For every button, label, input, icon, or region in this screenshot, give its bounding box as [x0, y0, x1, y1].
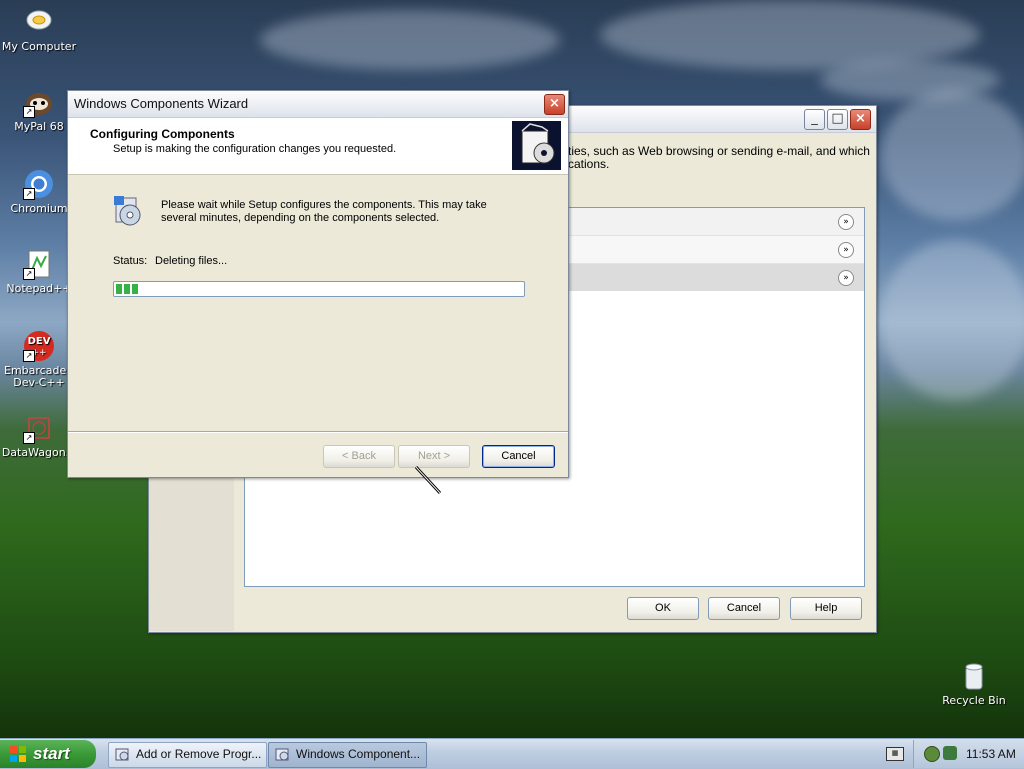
- shortcut-arrow-icon: ↗: [23, 106, 35, 118]
- wizard-header: Configuring Components Setup is making t…: [68, 118, 568, 175]
- shortcut-arrow-icon: ↗: [23, 268, 35, 280]
- description-line-1: ties, such as Web browsing or sending e-…: [568, 144, 870, 158]
- datawagon-icon: ↗: [23, 412, 55, 444]
- wizard-cancel-button[interactable]: Cancel: [482, 445, 555, 468]
- chevron-down-icon[interactable]: »: [838, 214, 854, 230]
- components-description: ties, such as Web browsing or sending e-…: [568, 145, 873, 171]
- start-label: start: [33, 744, 70, 763]
- status-value: Deleting files...: [155, 255, 228, 267]
- minimize-button[interactable]: _: [804, 109, 825, 130]
- taskbar: start Add or Remove Progr... Windows Com…: [0, 738, 1024, 769]
- taskbar-item-label: Windows Component...: [296, 747, 421, 761]
- add-remove-programs-icon: [115, 748, 129, 761]
- devcpp-icon: DEV ++ ↗: [23, 330, 55, 362]
- progress-bar: [113, 281, 525, 297]
- system-tray: 11:53 AM: [913, 740, 1024, 768]
- cloud: [820, 60, 1000, 100]
- shortcut-arrow-icon: ↗: [23, 350, 35, 362]
- recycle-bin-icon: [958, 660, 990, 692]
- chevron-down-icon[interactable]: »: [838, 270, 854, 286]
- cloud: [880, 90, 1024, 220]
- back-button[interactable]: < Back: [323, 445, 395, 468]
- cancel-button[interactable]: Cancel: [708, 597, 780, 620]
- wizard-divider: [68, 431, 568, 433]
- install-box-icon: [512, 121, 561, 170]
- cloud: [260, 10, 560, 70]
- taskbar-item-add-remove[interactable]: Add or Remove Progr...: [108, 742, 267, 768]
- wizard-message: Please wait while Setup configures the c…: [161, 199, 487, 224]
- close-button[interactable]: ×: [850, 109, 871, 130]
- shortcut-arrow-icon: ↗: [23, 188, 35, 200]
- shortcut-arrow-icon: ↗: [23, 432, 35, 444]
- wizard-title: Windows Components Wizard: [74, 96, 249, 111]
- desktop-icon-my-computer[interactable]: My Computer: [0, 6, 78, 53]
- help-button[interactable]: Help: [790, 597, 862, 620]
- mypal-icon: ↗: [23, 86, 55, 118]
- wizard-titlebar[interactable]: Windows Components Wizard ×: [68, 91, 568, 118]
- computer-icon: [23, 6, 55, 38]
- keyboard-icon[interactable]: ▦: [886, 747, 904, 761]
- security-shield-icon[interactable]: [943, 746, 957, 760]
- notepadpp-icon: ↗: [23, 248, 55, 280]
- desktop-icon-label: My Computer: [1, 40, 77, 53]
- wizard-header-subtitle: Setup is making the configuration change…: [113, 143, 397, 155]
- clock[interactable]: 11:53 AM: [966, 747, 1016, 761]
- devcpp-badge-text: DEV: [28, 336, 51, 347]
- chevron-down-icon[interactable]: »: [838, 242, 854, 258]
- network-icon[interactable]: [924, 746, 940, 762]
- cloud: [880, 240, 1024, 400]
- description-line-2: cations.: [568, 157, 610, 171]
- chromium-icon: ↗: [23, 168, 55, 200]
- taskbar-item-components-wizard[interactable]: Windows Component...: [268, 742, 427, 768]
- setup-icon: [112, 194, 144, 228]
- desktop-icon-recycle-bin[interactable]: Recycle Bin: [935, 660, 1013, 707]
- desktop-icon-label: Recycle Bin: [942, 694, 1006, 707]
- progress-bar-fill: [116, 284, 140, 294]
- ok-button[interactable]: OK: [627, 597, 699, 620]
- mouse-cursor-icon: [412, 463, 444, 497]
- windows-flag-icon: [10, 746, 26, 762]
- wizard-dialog: Windows Components Wizard × Configuring …: [67, 90, 569, 478]
- status-label: Status:: [113, 255, 148, 267]
- start-button[interactable]: start: [0, 740, 96, 768]
- close-button[interactable]: ×: [544, 94, 565, 115]
- desktop-icon-label: Embarcadero Dev-C++: [4, 364, 78, 389]
- taskbar-item-label: Add or Remove Progr...: [136, 747, 262, 761]
- wizard-header-title: Configuring Components: [90, 127, 235, 141]
- components-wizard-icon: [275, 748, 289, 761]
- maximize-button[interactable]: □: [827, 109, 848, 130]
